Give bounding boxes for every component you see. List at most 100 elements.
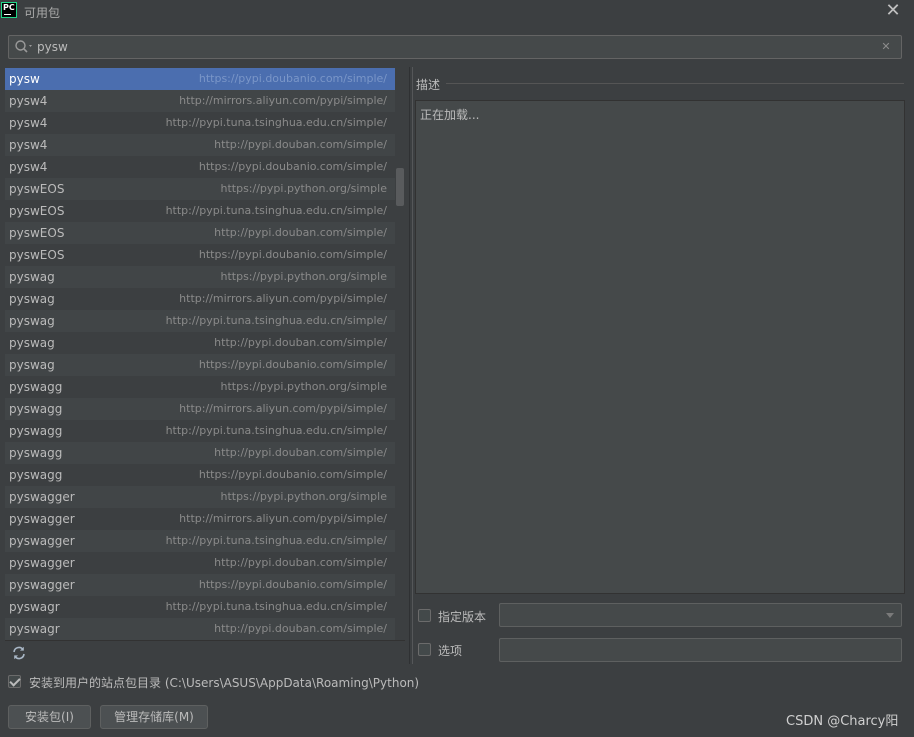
package-repo-url: http://pypi.tuna.tsinghua.edu.cn/simple/ — [165, 534, 387, 547]
package-row[interactable]: pyswEOS http://pypi.douban.com/simple/ — [5, 222, 395, 244]
search-icon[interactable] — [14, 39, 34, 55]
title-bar: PC 可用包 ✕ — [0, 0, 914, 24]
package-repo-url: https://pypi.doubanio.com/simple/ — [198, 160, 387, 173]
package-name: pysw4 — [9, 160, 48, 174]
manage-repositories-button[interactable]: 管理存储库(M) — [100, 705, 208, 729]
package-repo-url: http://pypi.tuna.tsinghua.edu.cn/simple/ — [165, 600, 387, 613]
package-repo-url: http://pypi.tuna.tsinghua.edu.cn/simple/ — [165, 204, 387, 217]
package-row[interactable]: pyswag https://pypi.python.org/simple — [5, 266, 395, 288]
package-repo-url: https://pypi.doubanio.com/simple/ — [198, 358, 387, 371]
package-name: pyswagg — [9, 446, 63, 460]
package-row[interactable]: pyswag http://pypi.douban.com/simple/ — [5, 332, 395, 354]
package-name: pysw4 — [9, 138, 48, 152]
package-name: pyswag — [9, 314, 55, 328]
package-repo-url: http://pypi.douban.com/simple/ — [214, 446, 387, 459]
package-row[interactable]: pyswagger https://pypi.doubanio.com/simpl… — [5, 574, 395, 596]
package-row[interactable]: pysw https://pypi.doubanio.com/simple/ — [5, 68, 395, 90]
package-list-panel: pysw https://pypi.doubanio.com/simple/pys… — [5, 67, 405, 640]
package-row[interactable]: pyswagr http://pypi.tuna.tsinghua.edu.cn/… — [5, 596, 395, 618]
package-row[interactable]: pysw4 http://pypi.tuna.tsinghua.edu.cn/si… — [5, 112, 395, 134]
package-repo-url: https://pypi.python.org/simple — [220, 380, 388, 393]
panel-splitter[interactable] — [408, 67, 414, 664]
package-row[interactable]: pysw4 https://pypi.doubanio.com/simple/ — [5, 156, 395, 178]
package-name: pyswagger — [9, 578, 75, 592]
description-area: 正在加载... — [415, 100, 905, 594]
package-row[interactable]: pyswagg http://pypi.douban.com/simple/ — [5, 442, 395, 464]
package-name: pyswagger — [9, 512, 75, 526]
package-row[interactable]: pysw4 http://pypi.douban.com/simple/ — [5, 134, 395, 156]
clear-search-icon[interactable]: ✕ — [879, 39, 893, 55]
package-repo-url: http://pypi.douban.com/simple/ — [214, 226, 387, 239]
close-icon[interactable]: ✕ — [883, 1, 903, 21]
search-input[interactable] — [37, 38, 877, 56]
package-name: pysw4 — [9, 116, 48, 130]
description-label: 描述 — [416, 78, 441, 92]
install-to-user-label: 安装到用户的站点包目录 (C:\Users\ASUS\AppData\Roami… — [29, 676, 420, 690]
package-repo-url: https://pypi.doubanio.com/simple/ — [198, 578, 387, 591]
specify-version-label: 指定版本 — [438, 610, 487, 624]
refresh-icon[interactable] — [11, 645, 27, 661]
package-name: pysw — [9, 72, 40, 86]
package-row[interactable]: pyswagg https://pypi.python.org/simple — [5, 376, 395, 398]
package-repo-url: http://pypi.douban.com/simple/ — [214, 556, 387, 569]
package-repo-url: http://pypi.tuna.tsinghua.edu.cn/simple/ — [165, 314, 387, 327]
package-name: pyswEOS — [9, 204, 65, 218]
package-row[interactable]: pyswagg http://pypi.tuna.tsinghua.edu.cn/… — [5, 420, 395, 442]
chevron-down-icon — [886, 613, 894, 618]
version-select[interactable] — [499, 603, 902, 627]
package-repo-url: https://pypi.python.org/simple — [220, 182, 388, 195]
package-repo-url: https://pypi.doubanio.com/simple/ — [198, 468, 387, 481]
package-repo-url: https://pypi.python.org/simple — [220, 270, 388, 283]
package-name: pyswagg — [9, 380, 63, 394]
package-name: pyswEOS — [9, 226, 65, 240]
package-row[interactable]: pyswag https://pypi.doubanio.com/simple/ — [5, 354, 395, 376]
list-scrollbar-thumb[interactable] — [396, 168, 404, 206]
package-name: pysw4 — [9, 94, 48, 108]
package-row[interactable]: pyswagger https://pypi.python.org/simple — [5, 486, 395, 508]
package-name: pyswagr — [9, 622, 60, 636]
package-name: pyswag — [9, 336, 55, 350]
package-repo-url: http://pypi.douban.com/simple/ — [214, 622, 387, 635]
package-row[interactable]: pyswagr http://pypi.douban.com/simple/ — [5, 618, 395, 640]
package-repo-url: http://pypi.douban.com/simple/ — [214, 336, 387, 349]
package-name: pyswag — [9, 292, 55, 306]
package-name: pyswagger — [9, 490, 75, 504]
package-row[interactable]: pyswag http://mirrors.aliyun.com/pypi/sim… — [5, 288, 395, 310]
package-repo-url: https://pypi.doubanio.com/simple/ — [198, 72, 387, 85]
package-name: pyswagger — [9, 534, 75, 548]
package-repo-url: http://mirrors.aliyun.com/pypi/simple/ — [179, 512, 387, 525]
list-scrollbar-track[interactable] — [396, 67, 405, 640]
package-row[interactable]: pyswagger http://pypi.tuna.tsinghua.edu.c… — [5, 530, 395, 552]
package-row[interactable]: pyswagg https://pypi.doubanio.com/simple/ — [5, 464, 395, 486]
description-divider — [446, 83, 904, 84]
package-row[interactable]: pyswagger http://mirrors.aliyun.com/pypi/… — [5, 508, 395, 530]
package-name: pyswagger — [9, 556, 75, 570]
splitter-line — [409, 67, 410, 664]
package-row[interactable]: pyswEOS https://pypi.doubanio.com/simple/ — [5, 244, 395, 266]
options-label: 选项 — [438, 644, 463, 658]
package-repo-url: http://mirrors.aliyun.com/pypi/simple/ — [179, 402, 387, 415]
package-row[interactable]: pyswagg http://mirrors.aliyun.com/pypi/si… — [5, 398, 395, 420]
install-package-button[interactable]: 安装包(I) — [8, 705, 91, 729]
options-checkbox[interactable] — [418, 643, 431, 656]
list-toolbar — [5, 640, 405, 664]
description-text: 正在加载... — [420, 108, 480, 122]
splitter-line — [412, 67, 413, 664]
package-repo-url: http://pypi.tuna.tsinghua.edu.cn/simple/ — [165, 424, 387, 437]
install-to-user-checkbox[interactable] — [8, 675, 21, 688]
package-name: pyswagg — [9, 468, 63, 482]
package-row[interactable]: pyswagger http://pypi.douban.com/simple/ — [5, 552, 395, 574]
package-row[interactable]: pyswEOS http://pypi.tuna.tsinghua.edu.cn/… — [5, 200, 395, 222]
options-input[interactable] — [499, 638, 902, 662]
package-repo-url: https://pypi.python.org/simple — [220, 490, 388, 503]
package-name: pyswag — [9, 270, 55, 284]
search-box: ✕ — [8, 35, 902, 59]
package-row[interactable]: pyswag http://pypi.tuna.tsinghua.edu.cn/s… — [5, 310, 395, 332]
package-repo-url: http://pypi.douban.com/simple/ — [214, 138, 387, 151]
package-row[interactable]: pyswEOS https://pypi.python.org/simple — [5, 178, 395, 200]
specify-version-checkbox[interactable] — [418, 609, 431, 622]
package-name: pyswagg — [9, 424, 63, 438]
package-repo-url: http://mirrors.aliyun.com/pypi/simple/ — [179, 94, 387, 107]
package-row[interactable]: pysw4 http://mirrors.aliyun.com/pypi/simp… — [5, 90, 395, 112]
window-title: 可用包 — [24, 6, 61, 20]
